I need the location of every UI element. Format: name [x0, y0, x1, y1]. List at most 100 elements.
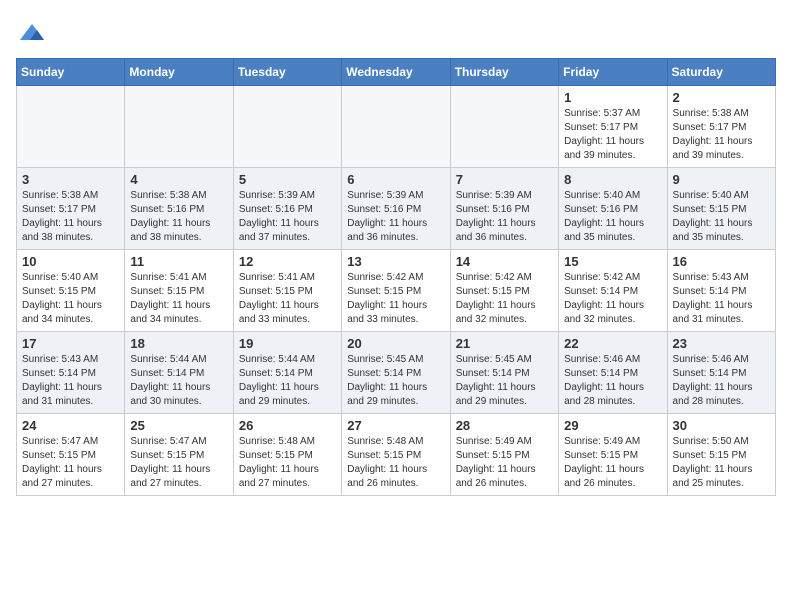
calendar-header: SundayMondayTuesdayWednesdayThursdayFrid… — [17, 59, 776, 86]
weekday-header-thursday: Thursday — [450, 59, 558, 86]
calendar-table: SundayMondayTuesdayWednesdayThursdayFrid… — [16, 58, 776, 496]
day-number: 23 — [673, 336, 770, 351]
day-info: Sunrise: 5:47 AM Sunset: 5:15 PM Dayligh… — [130, 435, 227, 491]
calendar-cell: 28Sunrise: 5:49 AM Sunset: 5:15 PM Dayli… — [450, 414, 558, 496]
calendar-cell: 11 Sunrise: 5:41 AM Sunset: 5:15 PM Dayli… — [125, 250, 233, 332]
day-info: Sunrise: 5:39 AM Sunset: 5:16 PM Dayligh… — [239, 189, 336, 245]
calendar-cell: 25Sunrise: 5:47 AM Sunset: 5:15 PM Dayli… — [125, 414, 233, 496]
weekday-header-tuesday: Tuesday — [233, 59, 341, 86]
day-info: Sunrise: 5:41 AM Sunset: 5:15 PM Dayligh… — [239, 271, 336, 327]
calendar-cell: 9 Sunrise: 5:40 AM Sunset: 5:15 PM Daylig… — [667, 168, 775, 250]
day-info: Sunrise: 5:48 AM Sunset: 5:15 PM Dayligh… — [347, 435, 444, 491]
calendar-cell: 15 Sunrise: 5:42 AM Sunset: 5:14 PM Dayli… — [559, 250, 667, 332]
day-info: Sunrise: 5:43 AM Sunset: 5:14 PM Dayligh… — [22, 353, 119, 409]
day-info: Sunrise: 5:40 AM Sunset: 5:15 PM Dayligh… — [673, 189, 770, 245]
day-info: Sunrise: 5:42 AM Sunset: 5:15 PM Dayligh… — [347, 271, 444, 327]
day-number: 22 — [564, 336, 661, 351]
calendar-cell: 17 Sunrise: 5:43 AM Sunset: 5:14 PM Dayli… — [17, 332, 125, 414]
day-info: Sunrise: 5:45 AM Sunset: 5:14 PM Dayligh… — [347, 353, 444, 409]
calendar-cell: 19 Sunrise: 5:44 AM Sunset: 5:14 PM Dayli… — [233, 332, 341, 414]
calendar-cell: 10 Sunrise: 5:40 AM Sunset: 5:15 PM Dayli… — [17, 250, 125, 332]
calendar-cell: 30 Sunrise: 5:50 AM Sunset: 5:15 PM Dayli… — [667, 414, 775, 496]
day-number: 9 — [673, 172, 770, 187]
weekday-header-sunday: Sunday — [17, 59, 125, 86]
logo-icon — [18, 20, 46, 48]
calendar-cell: 5 Sunrise: 5:39 AM Sunset: 5:16 PM Daylig… — [233, 168, 341, 250]
day-info: Sunrise: 5:43 AM Sunset: 5:14 PM Dayligh… — [673, 271, 770, 327]
calendar-cell: 1 Sunrise: 5:37 AM Sunset: 5:17 PM Daylig… — [559, 86, 667, 168]
calendar-cell: 22 Sunrise: 5:46 AM Sunset: 5:14 PM Dayli… — [559, 332, 667, 414]
calendar-cell: 23 Sunrise: 5:46 AM Sunset: 5:14 PM Dayli… — [667, 332, 775, 414]
day-info: Sunrise: 5:39 AM Sunset: 5:16 PM Dayligh… — [456, 189, 553, 245]
calendar-cell — [125, 86, 233, 168]
calendar-cell: 18Sunrise: 5:44 AM Sunset: 5:14 PM Dayli… — [125, 332, 233, 414]
weekday-header-friday: Friday — [559, 59, 667, 86]
day-info: Sunrise: 5:44 AM Sunset: 5:14 PM Dayligh… — [130, 353, 227, 409]
calendar-cell — [342, 86, 450, 168]
day-info: Sunrise: 5:40 AM Sunset: 5:16 PM Dayligh… — [564, 189, 661, 245]
weekday-header-saturday: Saturday — [667, 59, 775, 86]
page-header — [16, 16, 776, 48]
calendar-cell: 14 Sunrise: 5:42 AM Sunset: 5:15 PM Dayli… — [450, 250, 558, 332]
day-number: 10 — [22, 254, 119, 269]
day-number: 13 — [347, 254, 444, 269]
calendar-cell — [233, 86, 341, 168]
day-info: Sunrise: 5:44 AM Sunset: 5:14 PM Dayligh… — [239, 353, 336, 409]
day-number: 30 — [673, 418, 770, 433]
calendar-cell: 7 Sunrise: 5:39 AM Sunset: 5:16 PM Daylig… — [450, 168, 558, 250]
day-info: Sunrise: 5:38 AM Sunset: 5:17 PM Dayligh… — [673, 107, 770, 163]
day-number: 17 — [22, 336, 119, 351]
calendar-cell: 3 Sunrise: 5:38 AM Sunset: 5:17 PM Daylig… — [17, 168, 125, 250]
day-number: 20 — [347, 336, 444, 351]
day-info: Sunrise: 5:49 AM Sunset: 5:15 PM Dayligh… — [456, 435, 553, 491]
weekday-header-wednesday: Wednesday — [342, 59, 450, 86]
day-info: Sunrise: 5:46 AM Sunset: 5:14 PM Dayligh… — [673, 353, 770, 409]
calendar-cell: 21 Sunrise: 5:45 AM Sunset: 5:14 PM Dayli… — [450, 332, 558, 414]
day-number: 15 — [564, 254, 661, 269]
calendar-cell — [450, 86, 558, 168]
day-number: 11 — [130, 254, 227, 269]
day-number: 8 — [564, 172, 661, 187]
weekday-header-monday: Monday — [125, 59, 233, 86]
day-number: 19 — [239, 336, 336, 351]
day-info: Sunrise: 5:47 AM Sunset: 5:15 PM Dayligh… — [22, 435, 119, 491]
day-info: Sunrise: 5:37 AM Sunset: 5:17 PM Dayligh… — [564, 107, 661, 163]
calendar-cell: 6 Sunrise: 5:39 AM Sunset: 5:16 PM Daylig… — [342, 168, 450, 250]
calendar-cell: 8 Sunrise: 5:40 AM Sunset: 5:16 PM Daylig… — [559, 168, 667, 250]
day-number: 3 — [22, 172, 119, 187]
calendar-cell: 16 Sunrise: 5:43 AM Sunset: 5:14 PM Dayli… — [667, 250, 775, 332]
day-info: Sunrise: 5:39 AM Sunset: 5:16 PM Dayligh… — [347, 189, 444, 245]
day-number: 1 — [564, 90, 661, 105]
day-info: Sunrise: 5:38 AM Sunset: 5:17 PM Dayligh… — [22, 189, 119, 245]
day-info: Sunrise: 5:46 AM Sunset: 5:14 PM Dayligh… — [564, 353, 661, 409]
logo — [16, 20, 46, 48]
day-info: Sunrise: 5:41 AM Sunset: 5:15 PM Dayligh… — [130, 271, 227, 327]
calendar-cell: 4Sunrise: 5:38 AM Sunset: 5:16 PM Daylig… — [125, 168, 233, 250]
calendar-cell: 12 Sunrise: 5:41 AM Sunset: 5:15 PM Dayli… — [233, 250, 341, 332]
day-number: 2 — [673, 90, 770, 105]
day-info: Sunrise: 5:38 AM Sunset: 5:16 PM Dayligh… — [130, 189, 227, 245]
day-number: 6 — [347, 172, 444, 187]
day-number: 5 — [239, 172, 336, 187]
day-number: 24 — [22, 418, 119, 433]
calendar-cell: 24 Sunrise: 5:47 AM Sunset: 5:15 PM Dayli… — [17, 414, 125, 496]
day-info: Sunrise: 5:45 AM Sunset: 5:14 PM Dayligh… — [456, 353, 553, 409]
calendar-cell: 29 Sunrise: 5:49 AM Sunset: 5:15 PM Dayli… — [559, 414, 667, 496]
day-number: 21 — [456, 336, 553, 351]
day-number: 16 — [673, 254, 770, 269]
day-info: Sunrise: 5:48 AM Sunset: 5:15 PM Dayligh… — [239, 435, 336, 491]
day-info: Sunrise: 5:42 AM Sunset: 5:15 PM Dayligh… — [456, 271, 553, 327]
day-info: Sunrise: 5:49 AM Sunset: 5:15 PM Dayligh… — [564, 435, 661, 491]
day-number: 14 — [456, 254, 553, 269]
day-number: 7 — [456, 172, 553, 187]
day-number: 29 — [564, 418, 661, 433]
day-info: Sunrise: 5:50 AM Sunset: 5:15 PM Dayligh… — [673, 435, 770, 491]
day-info: Sunrise: 5:42 AM Sunset: 5:14 PM Dayligh… — [564, 271, 661, 327]
day-number: 12 — [239, 254, 336, 269]
calendar-cell: 2 Sunrise: 5:38 AM Sunset: 5:17 PM Daylig… — [667, 86, 775, 168]
day-number: 26 — [239, 418, 336, 433]
day-info: Sunrise: 5:40 AM Sunset: 5:15 PM Dayligh… — [22, 271, 119, 327]
calendar-cell: 20 Sunrise: 5:45 AM Sunset: 5:14 PM Dayli… — [342, 332, 450, 414]
calendar-cell: 26 Sunrise: 5:48 AM Sunset: 5:15 PM Dayli… — [233, 414, 341, 496]
day-number: 27 — [347, 418, 444, 433]
